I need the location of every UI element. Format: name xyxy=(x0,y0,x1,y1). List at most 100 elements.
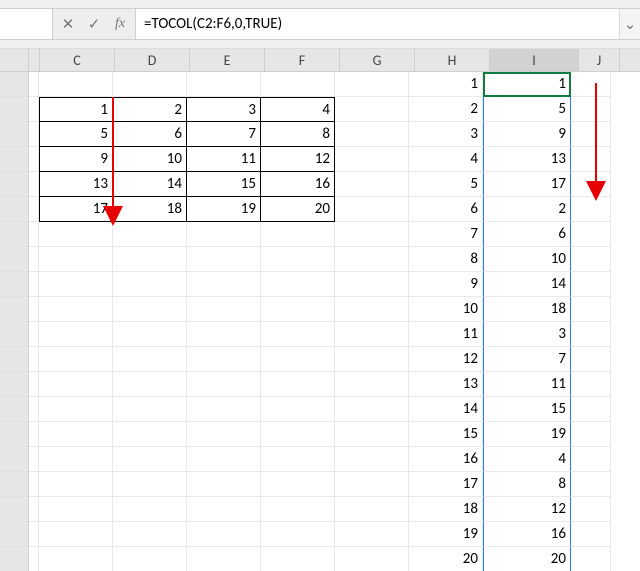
cell[interactable] xyxy=(571,347,611,372)
row-header[interactable] xyxy=(0,472,29,497)
cell[interactable] xyxy=(261,497,335,522)
cell[interactable] xyxy=(571,522,611,547)
cell[interactable] xyxy=(29,222,39,247)
cell[interactable] xyxy=(261,522,335,547)
cell[interactable]: 6 xyxy=(113,122,187,147)
cell[interactable] xyxy=(39,497,113,522)
col-header-E[interactable]: E xyxy=(190,49,265,71)
cell[interactable] xyxy=(39,247,113,272)
cell[interactable]: 13 xyxy=(483,147,571,172)
cell[interactable] xyxy=(335,522,409,547)
row-header[interactable] xyxy=(0,422,29,447)
row-header[interactable] xyxy=(0,447,29,472)
cell[interactable] xyxy=(29,522,39,547)
cell[interactable]: 17 xyxy=(483,172,571,197)
cell[interactable] xyxy=(29,347,39,372)
cell[interactable] xyxy=(571,72,611,97)
cell[interactable]: 4 xyxy=(483,447,571,472)
cell[interactable]: 5 xyxy=(483,97,571,122)
cell[interactable] xyxy=(261,472,335,497)
cell[interactable] xyxy=(113,347,187,372)
cell[interactable]: 11 xyxy=(409,322,483,347)
cell[interactable]: 10 xyxy=(409,297,483,322)
cell[interactable]: 16 xyxy=(261,172,335,197)
name-box[interactable] xyxy=(0,9,53,39)
cell[interactable] xyxy=(29,547,39,571)
row-header[interactable] xyxy=(0,272,29,297)
cancel-icon[interactable]: ✕ xyxy=(59,15,77,34)
cell[interactable] xyxy=(187,522,261,547)
cell[interactable] xyxy=(335,297,409,322)
cell[interactable] xyxy=(187,397,261,422)
cell[interactable] xyxy=(335,472,409,497)
cell[interactable] xyxy=(261,222,335,247)
cell[interactable] xyxy=(39,372,113,397)
cell[interactable]: 6 xyxy=(483,222,571,247)
cell[interactable] xyxy=(187,447,261,472)
row-header[interactable] xyxy=(0,172,29,197)
row-header[interactable] xyxy=(0,122,29,147)
cell[interactable]: 5 xyxy=(409,172,483,197)
cell[interactable] xyxy=(113,372,187,397)
cell[interactable]: 20 xyxy=(483,547,571,571)
cell[interactable] xyxy=(29,197,39,222)
cell[interactable]: 14 xyxy=(409,397,483,422)
cell[interactable] xyxy=(113,72,187,97)
cell[interactable] xyxy=(113,522,187,547)
cell[interactable]: 8 xyxy=(483,472,571,497)
col-header-J[interactable]: J xyxy=(579,49,620,71)
cell[interactable]: 16 xyxy=(409,447,483,472)
col-header-C[interactable]: C xyxy=(40,49,115,71)
cell[interactable] xyxy=(113,547,187,571)
row-header[interactable] xyxy=(0,147,29,172)
cell[interactable]: 14 xyxy=(483,272,571,297)
cell[interactable] xyxy=(335,122,409,147)
cell[interactable] xyxy=(571,97,611,122)
cell[interactable]: 12 xyxy=(483,497,571,522)
cell[interactable]: 10 xyxy=(483,247,571,272)
cell[interactable]: 12 xyxy=(261,147,335,172)
cell[interactable] xyxy=(39,522,113,547)
cell[interactable] xyxy=(261,72,335,97)
row-header[interactable] xyxy=(0,197,29,222)
cell[interactable] xyxy=(261,247,335,272)
cell[interactable]: 8 xyxy=(409,247,483,272)
cell[interactable] xyxy=(335,447,409,472)
cell[interactable] xyxy=(571,547,611,571)
row-header[interactable] xyxy=(0,322,29,347)
cell[interactable] xyxy=(39,222,113,247)
cell[interactable] xyxy=(29,497,39,522)
cell[interactable] xyxy=(39,472,113,497)
cell[interactable] xyxy=(29,297,39,322)
cell[interactable] xyxy=(335,272,409,297)
cell[interactable]: 17 xyxy=(409,472,483,497)
cell[interactable]: 7 xyxy=(187,122,261,147)
spreadsheet-grid[interactable]: C D E F G H I J 111234255678399101112413… xyxy=(0,49,640,571)
cell[interactable]: 17 xyxy=(39,197,113,222)
col-header-H[interactable]: H xyxy=(415,49,490,71)
row-header[interactable] xyxy=(0,397,29,422)
col-header-G[interactable]: G xyxy=(340,49,415,71)
cell[interactable] xyxy=(187,322,261,347)
cell[interactable]: 9 xyxy=(409,272,483,297)
cell[interactable] xyxy=(29,247,39,272)
cell[interactable]: 5 xyxy=(39,122,113,147)
cell[interactable]: 4 xyxy=(409,147,483,172)
cell[interactable]: 1 xyxy=(483,72,571,97)
cell[interactable] xyxy=(571,172,611,197)
cell[interactable]: 11 xyxy=(187,147,261,172)
cell[interactable] xyxy=(39,397,113,422)
cell[interactable] xyxy=(187,547,261,571)
cell[interactable] xyxy=(39,322,113,347)
cell[interactable]: 16 xyxy=(483,522,571,547)
cell[interactable] xyxy=(29,472,39,497)
cell[interactable] xyxy=(571,272,611,297)
cell[interactable] xyxy=(335,197,409,222)
cell[interactable]: 7 xyxy=(409,222,483,247)
cell[interactable] xyxy=(29,172,39,197)
cell[interactable] xyxy=(261,347,335,372)
cell[interactable]: 18 xyxy=(483,297,571,322)
cell[interactable] xyxy=(29,322,39,347)
cell[interactable] xyxy=(335,547,409,571)
cell[interactable] xyxy=(571,147,611,172)
